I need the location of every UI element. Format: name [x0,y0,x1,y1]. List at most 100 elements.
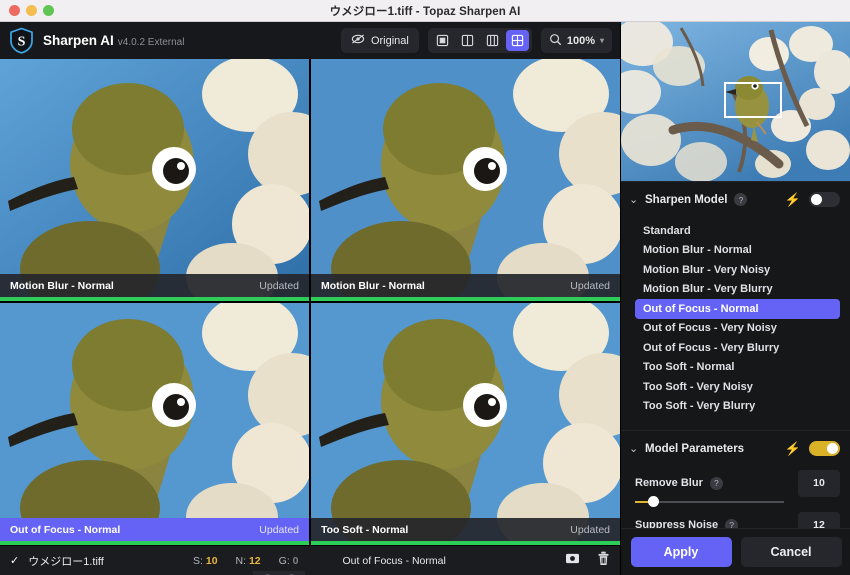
stat-noise-value: 12 [248,554,261,567]
bird-photo-crop [311,303,620,545]
status-stats: S: 10 N: 12 G: 0 [193,555,299,567]
stat-sharpen-key: S: [193,554,203,567]
svg-text:S: S [18,35,26,50]
preview-pane[interactable]: Motion Blur - Normal Updated [0,59,309,301]
eye-off-icon [351,33,365,48]
sharpen-model-title: Sharpen Model [645,193,728,206]
model-parameters-header[interactable]: ⌄ Model Parameters ⚡ [621,430,850,466]
pane-label[interactable]: Motion Blur - Normal Updated [311,274,620,297]
sharpen-ai-shield-icon: S [8,27,35,54]
export-image-icon[interactable] [565,552,580,570]
preview-pane-selected[interactable]: Out of Focus - Normal Updated [0,303,309,545]
model-option-out-of-focus-normal[interactable]: Out of Focus - Normal [635,299,840,319]
parameter-sliders: Remove Blur ? 10 Suppress Noise ? 12 [621,466,850,539]
zoom-control[interactable]: 100% ▾ [540,28,612,53]
app-toolbar: S Sharpen AI v4.0.2 External Original 10… [0,22,620,59]
pane-label[interactable]: Out of Focus - Normal Updated [0,518,309,541]
remove-blur-help-icon[interactable]: ? [709,476,723,490]
apply-button[interactable]: Apply [630,537,732,567]
pane-model-name: Out of Focus - Normal [10,523,121,536]
view-mode-single-button[interactable] [431,30,454,51]
model-parameters-auto-toggle[interactable] [809,441,840,456]
status-current-model: Out of Focus - Normal [342,554,446,567]
model-option-too-soft-very-noisy[interactable]: Too Soft - Very Noisy [635,377,840,397]
magnifier-icon [549,33,562,49]
cancel-button[interactable]: Cancel [740,537,842,567]
view-mode-quad-button[interactable] [505,30,529,51]
model-option-too-soft-very-blurry[interactable]: Too Soft - Very Blurry [635,397,840,417]
view-mode-three-button[interactable] [481,30,504,51]
bird-photo-crop [0,303,309,545]
stat-sharpen-value: 10 [205,554,218,567]
remove-blur-value[interactable]: 10 [798,469,840,497]
chevron-down-icon[interactable]: ▾ [600,36,604,45]
model-option-too-soft-normal[interactable]: Too Soft - Normal [635,358,840,378]
lightning-bolt-icon: ⚡ [784,441,801,456]
model-parameters-title: Model Parameters [645,442,745,455]
remove-blur-slider[interactable] [635,494,784,510]
pane-label[interactable]: Motion Blur - Normal Updated [0,274,309,297]
sharpen-model-auto-toggle[interactable] [809,192,840,207]
pane-model-name: Too Soft - Normal [321,523,409,536]
zoom-level-label: 100% [566,34,595,47]
pane-status: Updated [570,279,610,292]
stat-grain-key: G: [278,554,290,567]
model-option-motion-blur-very-noisy[interactable]: Motion Blur - Very Noisy [635,260,840,280]
trash-icon[interactable] [597,551,610,571]
stat-noise: N: 12 [236,555,261,567]
remove-blur-row: Remove Blur ? 10 [621,469,850,510]
right-sidebar: ⌄ Sharpen Model ? ⚡ Standard Motion Blur… [620,22,850,575]
pane-model-name: Motion Blur - Normal [321,279,425,292]
bird-photo-crop [311,59,620,301]
stat-grain: G: 0 [279,555,299,567]
original-label: Original [370,34,409,47]
stat-sharpen: S: 10 [193,555,218,567]
version-label: v4.0.2 External [117,37,185,48]
model-option-standard[interactable]: Standard [635,221,840,241]
bird-photo-crop [0,59,309,301]
sharpen-model-header[interactable]: ⌄ Sharpen Model ? ⚡ [621,181,850,217]
window-title: ウメジロー1.tiff - Topaz Sharpen AI [329,5,521,18]
preview-canvas: Motion Blur - Normal Updated Motion Blur… [0,59,620,575]
sharpen-model-list: Standard Motion Blur - Normal Motion Blu… [621,217,850,422]
status-bar: ✓ ウメジロー1.tiff S: 10 N: 12 G: 0 Out of Fo… [0,545,620,575]
slider-thumb[interactable] [647,496,659,507]
pane-status: Updated [259,523,299,536]
stat-noise-key: N: [235,554,247,567]
rating-controls [253,571,305,575]
model-parameters-header-controls: ⚡ [785,441,840,456]
lightning-bolt-icon: ⚡ [784,192,801,207]
chevron-down-icon[interactable]: ⌄ [629,193,642,206]
chevron-down-icon[interactable]: ⌄ [629,442,642,455]
pane-progress-bar [0,297,309,301]
model-option-motion-blur-very-blurry[interactable]: Motion Blur - Very Blurry [635,280,840,300]
remove-blur-label: Remove Blur [635,477,703,489]
toolbar-controls: Original 100% ▾ [340,28,620,53]
model-option-motion-blur-normal[interactable]: Motion Blur - Normal [635,241,840,261]
sharpen-model-header-controls: ⚡ [785,192,840,207]
navigator-viewport-box[interactable] [724,82,782,118]
toggle-original-button[interactable]: Original [340,28,419,53]
app-logo: S Sharpen AI v4.0.2 External [0,27,184,54]
sidebar-action-bar: Apply Cancel [621,528,850,575]
pane-label[interactable]: Too Soft - Normal Updated [311,518,620,541]
preview-pane[interactable]: Too Soft - Normal Updated [311,303,620,545]
view-mode-split-button[interactable] [456,30,479,51]
model-option-out-of-focus-very-noisy[interactable]: Out of Focus - Very Noisy [635,319,840,339]
brand-name: Sharpen AI v4.0.2 External [43,33,184,48]
view-mode-group [427,28,532,53]
window-titlebar: ウメジロー1.tiff - Topaz Sharpen AI [0,0,850,22]
app-window: ウメジロー1.tiff - Topaz Sharpen AI S Sharpen… [0,0,850,575]
brand-label: Sharpen AI [43,33,114,48]
checkmark-icon[interactable]: ✓ [10,554,19,567]
preview-pane[interactable]: Motion Blur - Normal Updated [311,59,620,301]
pane-model-name: Motion Blur - Normal [10,279,114,292]
navigator-thumbnail[interactable] [621,22,850,181]
pane-status: Updated [259,279,299,292]
status-bar-icons [535,551,610,571]
status-filename: ウメジロー1.tiff [28,555,104,568]
stat-grain-value: 0 [292,554,299,567]
model-option-out-of-focus-very-blurry[interactable]: Out of Focus - Very Blurry [635,338,840,358]
pane-progress-bar [311,297,620,301]
sharpen-model-help-icon[interactable]: ? [734,193,748,206]
